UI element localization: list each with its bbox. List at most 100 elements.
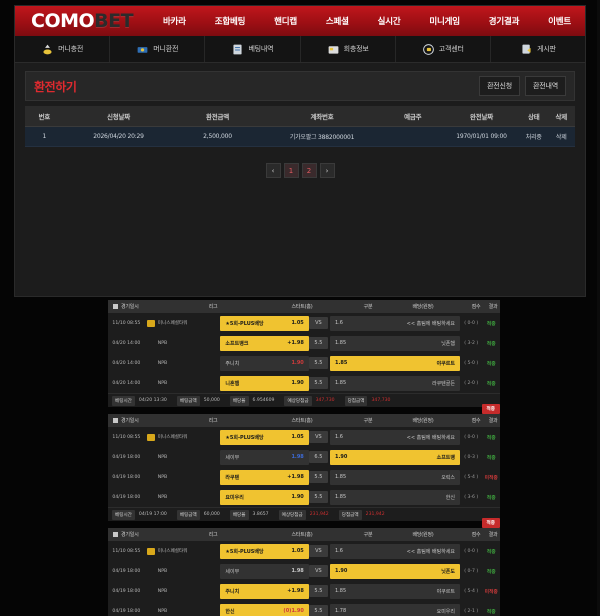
bet-row-datetime: 04/19 18:00 <box>112 568 141 574</box>
bet-pick-away[interactable]: 1.6 << 홈팀에 배팅하세요 <box>330 429 460 445</box>
checkbox-icon[interactable] <box>113 304 118 309</box>
bet-pick-away[interactable]: 1.85 오릭스 <box>330 469 460 485</box>
nav-item-special[interactable]: 스페셜 <box>326 15 349 27</box>
bet-row-vs: 5.5 <box>308 357 328 369</box>
header-away: 배당(원정) <box>412 304 434 310</box>
pagination-page-1[interactable]: 1 <box>283 163 299 178</box>
bet-pick-home-odds: 1.90 <box>291 380 304 386</box>
bet-pick-away[interactable]: 1.78 요미우리 <box>330 603 460 616</box>
subnav-label-board: 게시판 <box>537 45 556 53</box>
bet-pick-home[interactable]: 주니치 1.90 <box>220 355 309 371</box>
bet-slip: 적중 경기일시 리그 스타트(홈) 구분 배당(원정) 점수 결과 11/10 08:55 미니스… <box>108 404 500 521</box>
header-vs: 구분 <box>363 418 373 424</box>
bet-pick-home[interactable]: 소프트뱅크 +1.98 <box>220 335 309 351</box>
bet-pick-home[interactable]: 한신 (0)1.90 <box>220 603 309 616</box>
bet-pick-away[interactable]: 1.6 << 홈팀에 배팅하세요 <box>330 315 460 331</box>
pagination-prev[interactable]: ‹ <box>265 163 281 178</box>
header-result: 결과 <box>488 418 498 424</box>
deposit-info-icon <box>327 43 340 56</box>
bet-row-datetime: 04/20 14:00 <box>112 340 141 346</box>
cell-delete[interactable]: 삭제 <box>547 126 575 147</box>
bet-pick-home[interactable]: 주니치 +1.98 <box>220 583 309 599</box>
bet-row[interactable]: 11/10 08:55 미니스페셜타워 ★5회-PLUS배당 1.05 VS 1.6 << … <box>108 541 500 561</box>
bet-row-league-label: NPB <box>157 454 168 460</box>
bet-pick-away[interactable]: 1.90 소프트뱅 <box>330 449 460 465</box>
bet-pick-home[interactable]: ★5회-PLUS배당 1.05 <box>220 543 309 559</box>
bet-pick-home[interactable]: 세이부 1.98 <box>220 449 309 465</box>
bet-row-vs-box: 5.5 <box>308 605 328 616</box>
bet-row-vs-box: VS <box>308 317 328 329</box>
subnav-item-bet-history[interactable]: 베팅내역 <box>205 36 301 62</box>
pagination-page-2[interactable]: 2 <box>301 163 317 178</box>
bet-pick-away[interactable]: 1.85 한신 <box>330 489 460 505</box>
bet-pick-away-odds: 1.85 <box>335 494 347 500</box>
bet-pick-away-name: << 홈팀에 배팅하세요 <box>406 320 455 327</box>
bet-row[interactable]: 11/10 08:55 미니스페셜타워 ★5회-PLUS배당 1.05 VS 1.6 << … <box>108 313 500 333</box>
bet-pick-home[interactable]: 니혼햄 1.90 <box>220 375 309 391</box>
nav-item-combo-bet[interactable]: 조합베팅 <box>215 15 246 27</box>
bet-pick-away-odds: 1.6 <box>335 320 343 326</box>
checkbox-icon[interactable] <box>113 418 118 423</box>
subnav-item-board[interactable]: 게시판 <box>491 36 585 62</box>
subnav-item-charge[interactable]: 머니충전 <box>15 36 111 62</box>
bet-row-vs: VS <box>308 545 328 557</box>
nav-item-results[interactable]: 경기결과 <box>489 15 520 27</box>
site-logo[interactable]: COMO BET <box>15 10 161 32</box>
subnav-item-support[interactable]: 고객센터 <box>396 36 491 62</box>
bet-pick-away[interactable]: 1.85 야쿠르트 <box>330 355 460 371</box>
table-row[interactable]: 1 2026/04/20 20:29 2,500,000 기가오팔그 38820… <box>25 126 575 147</box>
bet-row-result: 적중 <box>486 495 496 501</box>
header-away: 배당(원정) <box>412 418 434 424</box>
nav-item-live[interactable]: 실시간 <box>378 15 401 27</box>
nav-item-baccarat[interactable]: 바카라 <box>163 15 186 27</box>
bet-pick-away[interactable]: 1.85 라쿠텐골든 <box>330 375 460 391</box>
bet-row[interactable]: 04/19 18:00 NPB 세이부 1.98 6.5 1.90 소프트뱅 ( 0-3 ) 적… <box>108 447 500 467</box>
nav-item-handicap[interactable]: 핸디캡 <box>274 15 297 27</box>
bet-pick-away[interactable]: 1.90 닛폰도 <box>330 563 460 579</box>
cell-status: 처리중 <box>520 126 548 147</box>
bet-row-league-label: NPB <box>157 340 168 346</box>
nav-item-event[interactable]: 이벤트 <box>548 15 571 27</box>
bet-pick-home-odds: 1.90 <box>291 494 304 500</box>
bet-row[interactable]: 04/20 14:00 NPB 니혼햄 1.90 5.5 1.85 라쿠텐골든 ( 2-0 )… <box>108 373 500 393</box>
bet-row-league: NPB <box>145 588 221 595</box>
subnav-item-exchange[interactable]: 머니환전 <box>110 36 206 62</box>
bet-row[interactable]: 11/10 08:55 미니스페셜타워 ★5회-PLUS배당 1.05 VS 1.6 << … <box>108 427 500 447</box>
checkbox-icon[interactable] <box>113 532 118 537</box>
bet-slip-header: 경기일시 리그 스타트(홈) 구분 배당(원정) 점수 결과 <box>108 414 500 427</box>
bet-row[interactable]: 04/19 18:00 NPB 라쿠텐 +1.98 5.5 1.85 오릭스 ( 5-4 ) 미… <box>108 467 500 487</box>
exchange-request-button[interactable]: 환전신청 <box>479 76 521 96</box>
page-root: COMO BET 바카라 조합베팅 핸디캡 스페셜 실시간 미니게임 경기결과 이… <box>0 0 600 616</box>
bet-pick-away-odds: 1.85 <box>335 474 347 480</box>
bet-pick-away[interactable]: 1.6 << 홈팀에 배팅하세요 <box>330 543 460 559</box>
bet-row[interactable]: 04/19 18:00 NPB 요미우리 1.90 5.5 1.85 한신 ( 3-6 ) 적중 <box>108 487 500 507</box>
bet-pick-home-name: 주니치 <box>225 360 240 367</box>
bet-pick-home[interactable]: ★5회-PLUS배당 1.05 <box>220 315 309 331</box>
subnav-item-deposit-info[interactable]: 회충정보 <box>301 36 396 62</box>
bet-row[interactable]: 04/19 18:00 NPB 한신 (0)1.90 5.5 1.78 요미우리 ( 2-1 … <box>108 601 500 616</box>
bet-row[interactable]: 04/19 18:00 NPB 세이부 1.98 VS 1.90 닛폰도 ( 0-7 ) 적중 <box>108 561 500 581</box>
bet-row-datetime: 11/10 08:55 <box>112 548 141 554</box>
bet-pick-home[interactable]: ★5회-PLUS배당 1.05 <box>220 429 309 445</box>
bet-row-league: NPB <box>145 454 221 461</box>
primary-nav-items: 바카라 조합베팅 핸디캡 스페셜 실시간 미니게임 경기결과 이벤트 <box>161 15 585 27</box>
logo-text-como: COMO <box>31 10 95 32</box>
exchange-history-button[interactable]: 환전내역 <box>525 76 566 96</box>
nav-item-minigame[interactable]: 미니게임 <box>429 15 460 27</box>
bet-pick-home-name: 한신 <box>225 608 235 615</box>
bet-row[interactable]: 04/19 18:00 NPB 주니치 +1.98 5.5 1.85 야쿠르트 ( 5-4 )… <box>108 581 500 601</box>
pagination-next[interactable]: › <box>319 163 335 178</box>
bet-slip-result-badge: 적중 <box>481 404 500 414</box>
bet-pick-home[interactable]: 세이부 1.98 <box>220 563 309 579</box>
header-home: 스타트(홈) <box>291 418 313 424</box>
bet-row[interactable]: 04/20 14:00 NPB 소프트뱅크 +1.98 5.5 1.85 닛폰햄 ( 3-2 … <box>108 333 500 353</box>
summary-total-odds-value: 6.954609 <box>252 398 275 403</box>
bet-pick-away[interactable]: 1.85 야쿠르트 <box>330 583 460 599</box>
bet-pick-home-odds: 1.98 <box>291 454 304 460</box>
bet-pick-home[interactable]: 요미우리 1.90 <box>220 489 309 505</box>
bet-pick-away[interactable]: 1.85 닛폰햄 <box>330 335 460 351</box>
bet-row-vs: VS <box>308 317 328 329</box>
bet-pick-away-name: 소프트뱅 <box>436 454 455 461</box>
bet-row[interactable]: 04/20 14:00 NPB 주니치 1.90 5.5 1.85 야쿠르트 ( 5-0 ) 적… <box>108 353 500 373</box>
bet-pick-home[interactable]: 라쿠텐 +1.98 <box>220 469 309 485</box>
